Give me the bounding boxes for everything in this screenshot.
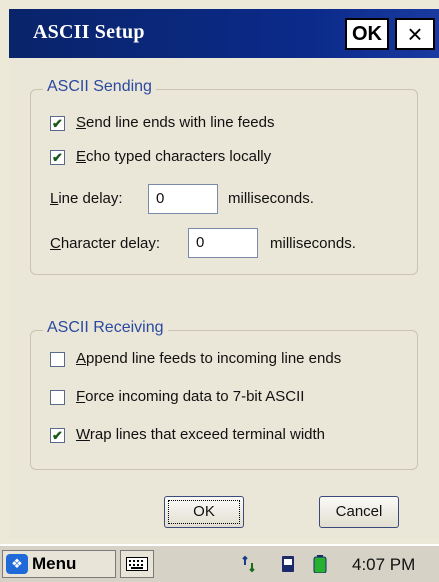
battery-icon[interactable]: [312, 555, 328, 573]
echo-locally-checkbox[interactable]: ✔: [50, 150, 65, 165]
checkmark-icon: ✔: [52, 150, 63, 165]
force-7bit-label[interactable]: Force incoming data to 7-bit ASCII: [76, 388, 304, 405]
character-delay-label: Character delay:: [50, 235, 161, 252]
send-line-ends-checkbox[interactable]: ✔: [50, 116, 65, 131]
storage-card-icon[interactable]: [280, 555, 296, 573]
windows-flag-icon: ❖: [6, 554, 28, 574]
cancel-button[interactable]: Cancel: [319, 496, 399, 528]
clock[interactable]: 4:07 PM: [352, 555, 415, 575]
character-delay-unit: milliseconds.: [270, 235, 356, 252]
taskbar: ❖ Menu 4:07 PM: [0, 544, 439, 582]
force-7bit-checkbox[interactable]: [50, 390, 65, 405]
checkmark-icon: ✔: [52, 428, 63, 443]
network-icon[interactable]: [242, 555, 258, 573]
start-menu-button[interactable]: ❖ Menu: [2, 550, 116, 578]
ascii-sending-title: ASCII Sending: [43, 78, 156, 96]
append-line-feeds-label[interactable]: Append line feeds to incoming line ends: [76, 350, 341, 367]
wrap-lines-label[interactable]: Wrap lines that exceed terminal width: [76, 426, 325, 443]
character-delay-input[interactable]: 0: [188, 228, 258, 258]
line-delay-unit: milliseconds.: [228, 190, 314, 207]
title-bar: ASCII Setup OK ×: [9, 9, 439, 58]
append-line-feeds-checkbox[interactable]: [50, 352, 65, 367]
close-button[interactable]: ×: [395, 18, 435, 50]
titlebar-ok-button[interactable]: OK: [345, 18, 389, 50]
start-menu-label: Menu: [32, 554, 77, 573]
line-delay-input[interactable]: 0: [148, 184, 218, 214]
ascii-receiving-title: ASCII Receiving: [43, 319, 168, 337]
keyboard-icon: [126, 557, 148, 571]
wrap-lines-checkbox[interactable]: ✔: [50, 428, 65, 443]
ok-button[interactable]: OK: [164, 496, 244, 528]
checkmark-icon: ✔: [52, 116, 63, 131]
window-title: ASCII Setup: [33, 21, 145, 43]
dialog-frame: ASCII Setup OK × ASCII Sending ✔ Send li…: [0, 0, 439, 582]
keyboard-button[interactable]: [120, 550, 154, 578]
send-line-ends-label[interactable]: Send line ends with line feeds: [76, 114, 274, 131]
line-delay-label: Line delay:: [50, 190, 123, 207]
echo-locally-label[interactable]: Echo typed characters locally: [76, 148, 271, 165]
